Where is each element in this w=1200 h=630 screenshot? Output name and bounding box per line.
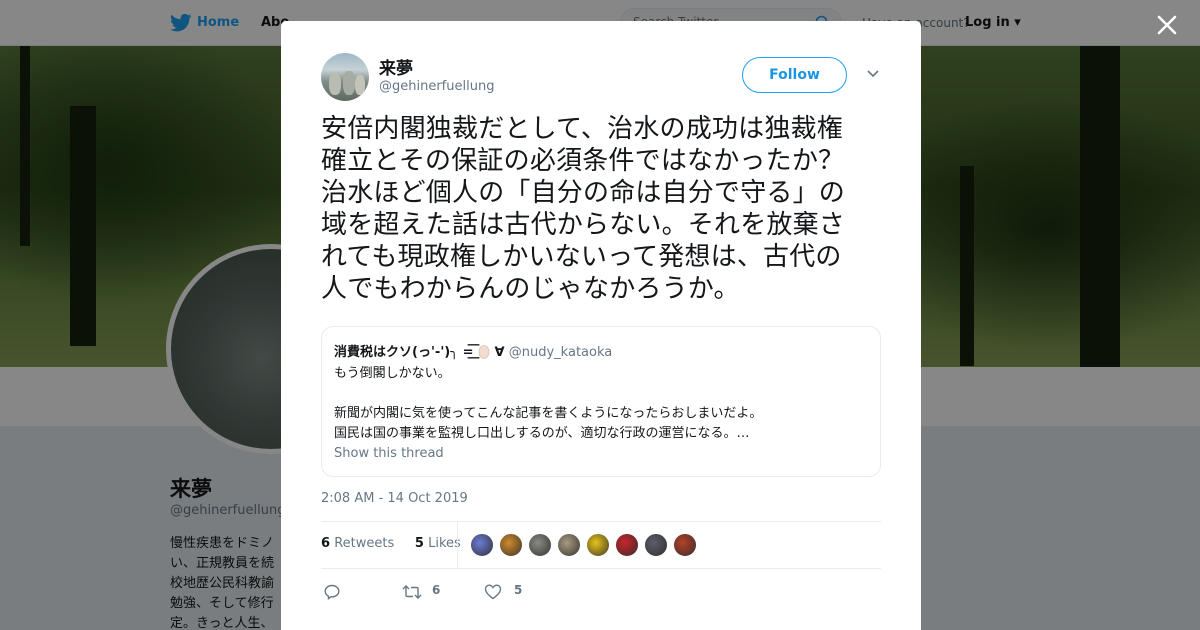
chevron-down-icon[interactable]: [866, 69, 880, 79]
retweet-count: 6: [432, 583, 441, 597]
retweet-icon: [402, 585, 422, 599]
retweets-stat[interactable]: 6 Retweets: [321, 536, 394, 551]
author-name[interactable]: 来夢: [379, 54, 413, 79]
divider: [321, 568, 881, 569]
quoted-author-handle: @nudy_kataoka: [508, 345, 613, 360]
quoted-tweet[interactable]: 消費税はクソ(っ'-')╮ =͟͟͞͞ ∀ @nudy_kataoka もう倒閣…: [321, 326, 881, 477]
egg-emoji-icon: [478, 345, 490, 359]
tweet-modal: 来夢 @gehinerfuellung Follow 安倍内閣独裁だとして、治水…: [281, 21, 921, 630]
tweet-stats: 6 Retweets 5 Likes: [321, 536, 461, 551]
tweet-text-line: 安倍内閣独裁だとして、治水の成功は独裁権: [321, 114, 843, 144]
heart-icon: [484, 584, 502, 600]
liker-avatar[interactable]: [470, 533, 494, 557]
like-count: 5: [514, 583, 523, 597]
follow-button[interactable]: Follow: [742, 57, 847, 93]
retweets-label: Retweets: [334, 536, 395, 551]
quoted-author-suffix: ∀: [490, 345, 505, 360]
liker-avatar[interactable]: [644, 533, 668, 557]
liker-avatar[interactable]: [557, 533, 581, 557]
quoted-text-line: 国民は国の事業を監視し口出しするのが、適切な行政の運営になる。…: [334, 426, 750, 441]
tweet-text-line: 治水ほど個人の「自分の命は自分で守る」の: [321, 178, 846, 208]
liker-avatar[interactable]: [615, 533, 639, 557]
likes-stat[interactable]: 5 Likes: [415, 536, 461, 551]
likes-count: 5: [414, 536, 424, 551]
tweet-text-line: れても現政権しかいないって発想は、古代の: [321, 242, 842, 272]
author-handle[interactable]: @gehinerfuellung: [379, 79, 494, 94]
close-icon[interactable]: [1155, 13, 1179, 37]
tweet-text: 安倍内閣独裁だとして、治水の成功は独裁権 確立とその保証の必須条件ではなかったか…: [321, 113, 886, 305]
divider: [321, 521, 881, 522]
tweet-text-line: 域を超えた話は古代からない。それを放棄さ: [321, 210, 846, 240]
liker-avatar[interactable]: [673, 533, 697, 557]
liker-avatar[interactable]: [586, 533, 610, 557]
author-avatar[interactable]: [321, 53, 369, 101]
tweet-actions: 6 5: [321, 581, 621, 603]
tweet-timestamp[interactable]: 2:08 AM - 14 Oct 2019: [321, 491, 468, 506]
show-thread-link[interactable]: Show this thread: [334, 446, 444, 461]
stats-divider: [457, 522, 458, 568]
quoted-author: 消費税はクソ(っ'-')╮ =͟͟͞͞ ∀ @nudy_kataoka: [334, 341, 612, 360]
retweet-button[interactable]: 6: [402, 581, 462, 603]
likes-label: Likes: [428, 536, 461, 551]
tweet-text-line: 人でもわからんのじゃなかろうか。: [321, 274, 740, 304]
liker-avatar[interactable]: [499, 533, 523, 557]
like-button[interactable]: 5: [484, 581, 544, 603]
reply-icon: [324, 584, 340, 600]
quoted-text-line: 新聞が内閣に気を使ってこんな記事を書くようになったらおしまいだよ。: [334, 406, 763, 421]
quoted-text-line: もう倒閣しかない。: [334, 366, 451, 381]
reply-button[interactable]: [323, 581, 353, 603]
retweets-count: 6: [321, 536, 331, 551]
liker-avatar[interactable]: [528, 533, 552, 557]
tweet-text-line: 確立とその保証の必須条件ではなかったか？: [321, 146, 845, 176]
quoted-author-name: 消費税はクソ(っ'-')╮ =͟͟͞͞: [334, 345, 479, 360]
